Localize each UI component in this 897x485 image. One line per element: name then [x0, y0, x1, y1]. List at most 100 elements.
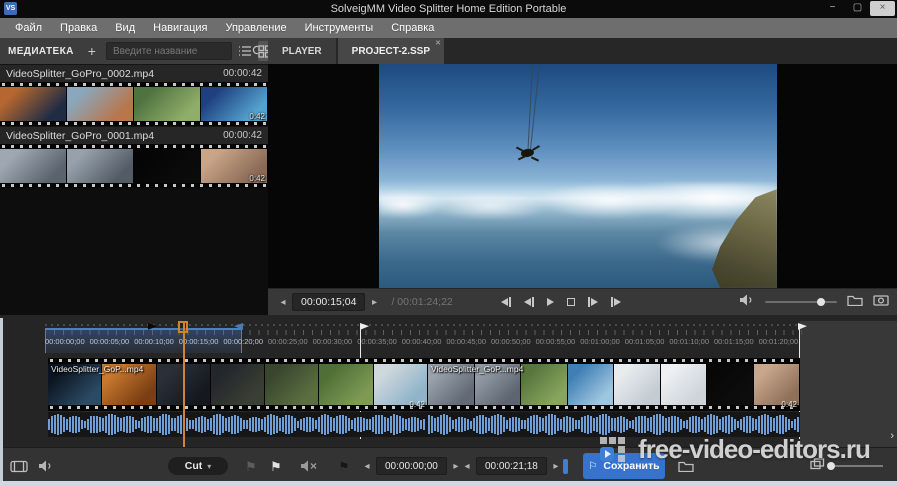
clip-duration-badge: 0:42 [249, 174, 265, 183]
timeline-scroll-right-icon[interactable]: › [890, 430, 894, 442]
snapshot-icon[interactable] [873, 293, 889, 311]
filmstrip[interactable]: 0:42 [0, 82, 268, 126]
playhead-line[interactable] [183, 321, 185, 447]
minimize-button[interactable]: − [820, 0, 845, 17]
audio-waveform[interactable] [48, 412, 428, 437]
audio-toggle-icon[interactable] [38, 448, 54, 484]
zoom-slider[interactable] [831, 465, 883, 467]
timeline-view-icon[interactable] [10, 448, 28, 484]
video-thumbnail[interactable] [211, 364, 265, 405]
waveform-bar [605, 414, 607, 434]
video-thumbnail[interactable] [134, 87, 201, 121]
clip-duration: 00:00:42 [223, 68, 262, 79]
waveform-bar [509, 418, 511, 431]
video-thumbnail[interactable] [754, 364, 801, 405]
menu-item[interactable]: Инструменты [296, 20, 383, 36]
waveform-bar [162, 414, 164, 435]
video-thumbnail[interactable] [568, 364, 615, 405]
maximize-button[interactable]: ▢ [845, 0, 870, 17]
tab-project[interactable]: PROJECT-2.SSP ✕ [338, 38, 444, 64]
time-increment-button[interactable]: ▸ [365, 297, 383, 308]
timeline-clip[interactable]: VideoSplitter_GoP...mp40:42 [428, 358, 800, 437]
waveform-bar [264, 417, 266, 431]
fragment-start-time[interactable]: 00:00:00;00 [376, 457, 447, 475]
open-folder-icon[interactable] [847, 293, 863, 311]
menu-item[interactable]: Навигация [144, 20, 216, 36]
next-marker-icon[interactable] [611, 296, 621, 308]
search-input[interactable] [107, 46, 251, 57]
waveform-bar [93, 416, 95, 434]
waveform-bar [725, 416, 727, 434]
video-thumbnail[interactable] [614, 364, 661, 405]
add-media-button[interactable]: + [88, 43, 96, 59]
waveform-bar [689, 417, 691, 431]
waveform-bar [396, 415, 398, 435]
waveform-bar [120, 418, 122, 430]
filmstrip[interactable]: 0:42 [0, 144, 268, 188]
video-thumbnail[interactable] [0, 87, 67, 121]
output-folder-icon[interactable] [678, 448, 694, 484]
timeline-clip-label: VideoSplitter_GoP...mp4 [51, 364, 143, 374]
video-thumbnail[interactable] [374, 364, 428, 405]
volume-icon[interactable] [739, 293, 755, 312]
video-thumbnail[interactable] [661, 364, 708, 405]
start-decrement-button[interactable]: ◂ [358, 461, 376, 472]
video-thumbnail[interactable] [67, 87, 134, 121]
library-clip-row[interactable]: VideoSplitter_GoPro_0001.mp400:00:42 [0, 126, 268, 144]
frame-forward-icon[interactable] [588, 296, 598, 308]
goto-marker-icon[interactable]: ⚑ [338, 448, 350, 484]
tab-project-label: PROJECT-2.SSP [352, 46, 430, 57]
zoom-fit-icon[interactable] [810, 457, 825, 475]
waveform-bar [575, 420, 577, 428]
menu-item[interactable]: Файл [6, 20, 51, 36]
video-thumbnail[interactable] [521, 364, 568, 405]
video-thumbnail[interactable] [319, 364, 373, 405]
add-marker-white-icon[interactable]: ⚑ [270, 448, 282, 484]
video-thumbnail[interactable] [707, 364, 754, 405]
waveform-bar [692, 416, 694, 433]
menu-item[interactable]: Справка [382, 20, 443, 36]
video-thumbnail[interactable] [134, 149, 201, 183]
video-thumbnail[interactable] [265, 364, 319, 405]
waveform-bar [348, 418, 350, 431]
waveform-bar [554, 415, 556, 433]
waveform-bar [417, 418, 419, 430]
video-thumbnail[interactable] [0, 149, 67, 183]
save-button[interactable]: ⚐ Сохранить [583, 453, 665, 479]
waveform-bar [351, 420, 353, 429]
audio-waveform[interactable] [428, 412, 800, 437]
menu-item[interactable]: Правка [51, 20, 106, 36]
fragment-end-time[interactable]: 00:00:21;18 [476, 457, 547, 475]
clip-duration-badge: 0:42 [781, 400, 797, 409]
tab-player[interactable]: PLAYER [268, 38, 336, 64]
tab-close-icon[interactable]: ✕ [435, 39, 441, 47]
add-marker-dark-icon[interactable]: ⚑ [245, 448, 257, 484]
stop-icon[interactable] [567, 296, 575, 308]
prev-marker-icon[interactable] [501, 296, 511, 308]
current-time-display[interactable]: 00:00:15;04 [292, 293, 365, 311]
menu-item[interactable]: Вид [106, 20, 144, 36]
end-decrement-button[interactable]: ◂ [458, 461, 476, 472]
video-thumbnail[interactable] [67, 149, 134, 183]
waveform-bar [357, 417, 359, 431]
total-duration: / 00:01:24;22 [391, 296, 452, 308]
edit-mode-dropdown[interactable]: Cut ▾ [168, 457, 228, 475]
library-clip-row[interactable]: VideoSplitter_GoPro_0002.mp400:00:42 [0, 64, 268, 82]
waveform-bar [635, 417, 637, 431]
frame-back-icon[interactable] [524, 296, 534, 308]
menu-item[interactable]: Управление [216, 20, 295, 36]
timeline[interactable]: 00:00:00;0000:00:05;0000:00:10;0000:00:1… [0, 315, 897, 447]
waveform-bar [123, 417, 125, 433]
volume-slider-handle[interactable] [817, 298, 825, 306]
close-button[interactable]: × [870, 1, 895, 16]
waveform-bar [108, 414, 110, 434]
list-view-icon[interactable] [238, 41, 252, 61]
time-decrement-button[interactable]: ◂ [274, 297, 292, 308]
slice-marker-icon[interactable] [563, 459, 568, 474]
mute-fragment-icon[interactable] [300, 448, 318, 484]
timeline-clip[interactable]: VideoSplitter_GoP...mp40:42 [48, 358, 428, 437]
zoom-slider-handle[interactable] [827, 462, 835, 470]
play-icon[interactable] [547, 296, 554, 308]
volume-slider[interactable] [765, 301, 837, 303]
waveform-bar [231, 416, 233, 434]
